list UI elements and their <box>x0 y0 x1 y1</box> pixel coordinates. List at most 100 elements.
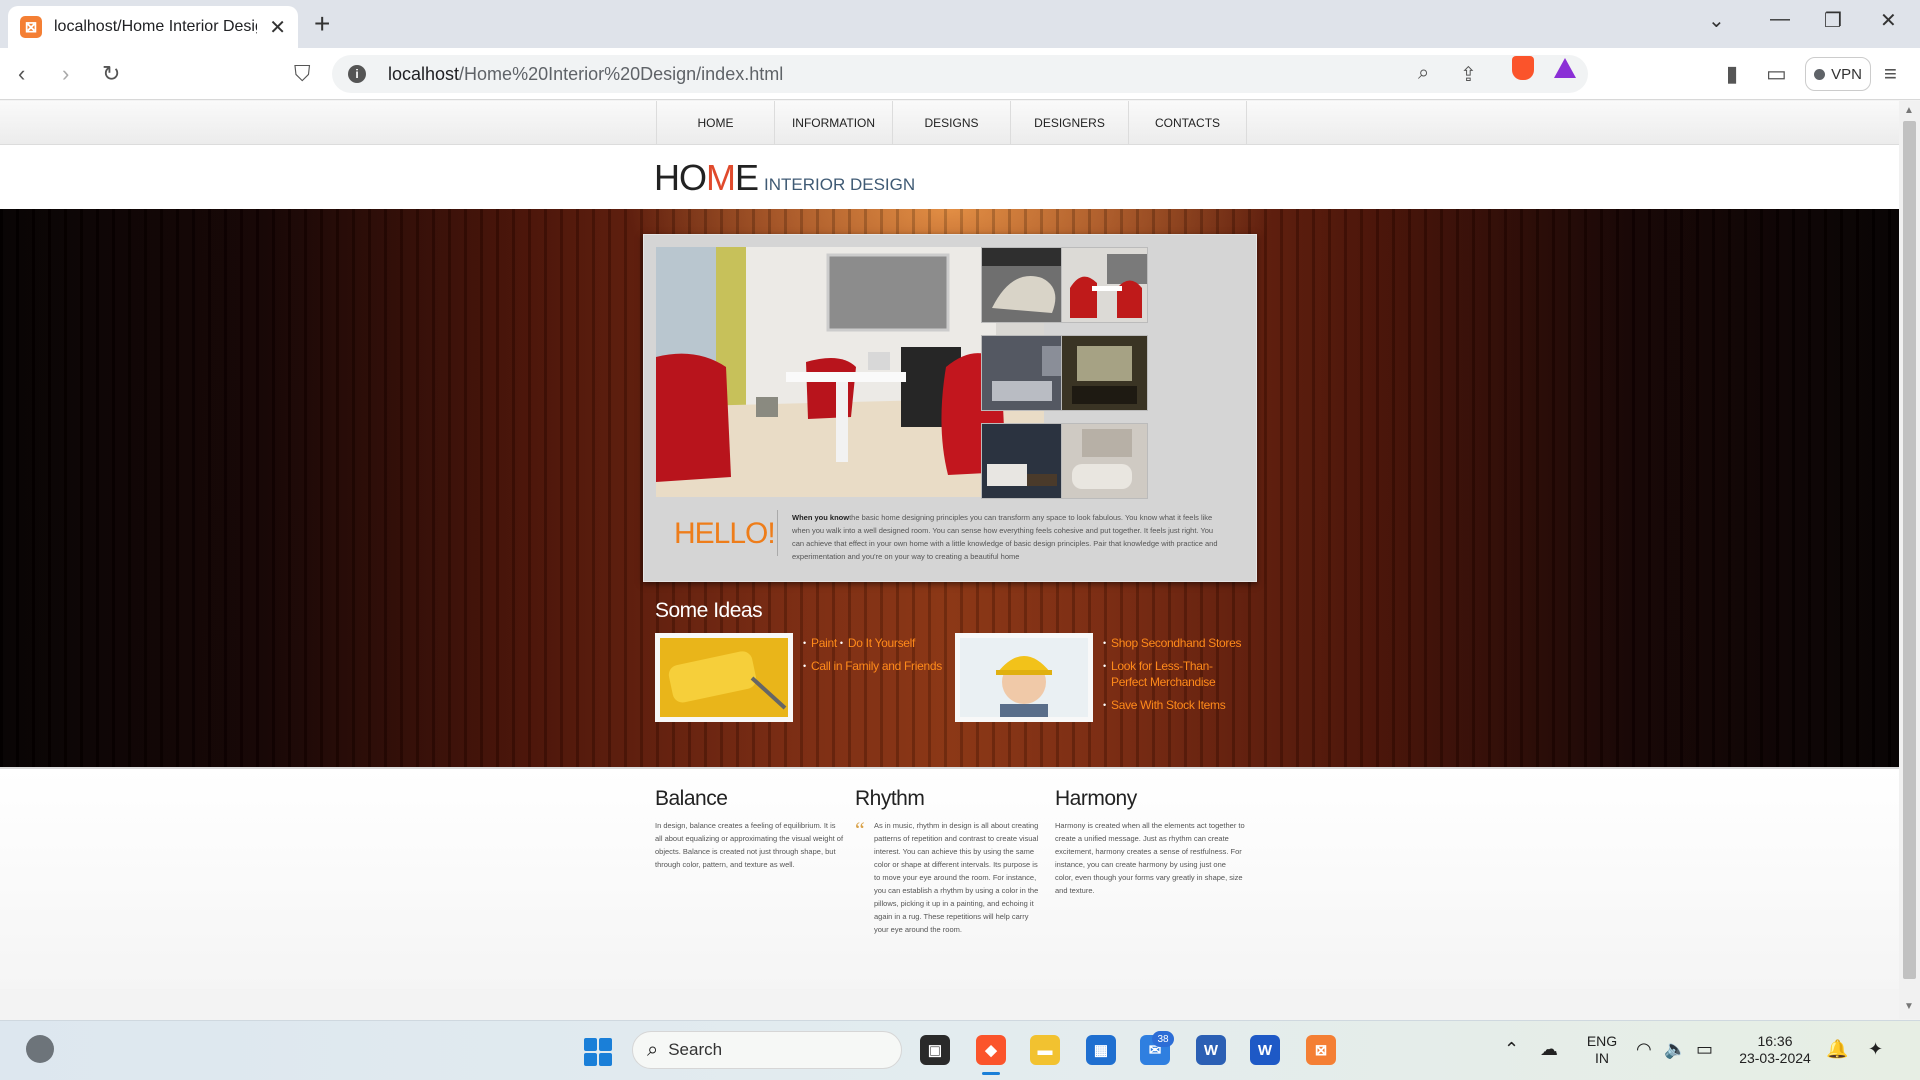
share-icon[interactable]: ⇪ <box>1460 62 1477 87</box>
address-bar[interactable]: i localhost/Home%20Interior%20Design/ind… <box>332 55 1588 93</box>
page-viewport: HOME INFORMATION DESIGNS DESIGNERS CONTA… <box>0 101 1899 989</box>
nav-contacts[interactable]: CONTACTS <box>1129 101 1247 145</box>
balance-heading: Balance <box>655 787 728 810</box>
logo-ho: HO <box>654 157 707 198</box>
taskbar-search[interactable]: ⌕ Search <box>632 1031 902 1069</box>
balance-column: Balance In design, balance creates a fee… <box>655 787 845 871</box>
idea-item[interactable]: Save With Stock Items <box>1103 697 1243 713</box>
url-host: localhost <box>388 63 460 84</box>
site-info-icon[interactable]: i <box>348 65 366 83</box>
word-icon[interactable]: W <box>1196 1035 1226 1065</box>
ideas-list-right: Shop Secondhand Stores Look for Less-Tha… <box>1103 635 1243 720</box>
brave-browser-icon[interactable]: ◆ <box>976 1035 1006 1065</box>
hello-paragraph: When you knowthe basic home designing pr… <box>792 511 1222 563</box>
new-tab-icon[interactable]: + <box>314 8 330 40</box>
idea-item[interactable]: Do It Yourself <box>840 635 915 651</box>
balance-text: In design, balance creates a feeling of … <box>655 821 844 869</box>
restore-icon[interactable]: ❐ <box>1824 8 1842 33</box>
file-explorer-icon[interactable]: ▬ <box>1030 1035 1060 1065</box>
clock[interactable]: 16:36 23-03-2024 <box>1732 1033 1818 1067</box>
hello-body: the basic home designing principles you … <box>792 513 1218 561</box>
thumb-dining[interactable] <box>1061 335 1148 411</box>
idea-item[interactable]: Call in Family and Friends <box>803 658 943 674</box>
tray-overflow-chevron-icon[interactable]: ⌃ <box>1504 1039 1519 1060</box>
thumb-living-room[interactable] <box>981 335 1068 411</box>
logo-m: M <box>706 157 736 198</box>
close-window-icon[interactable]: ✕ <box>1880 8 1897 33</box>
battery-icon[interactable]: ▭ <box>1696 1039 1713 1060</box>
sidebar-icon[interactable]: ▮ <box>1726 61 1738 87</box>
scroll-down-icon[interactable]: ▼ <box>1904 1001 1914 1012</box>
volume-icon[interactable]: 🔈 <box>1664 1039 1686 1060</box>
wood-banner: HELLO! When you knowthe basic home desig… <box>0 209 1899 767</box>
wallet-icon[interactable]: ▭ <box>1766 61 1787 87</box>
onedrive-status-icon[interactable]: ☁ <box>1540 1039 1558 1060</box>
clock-time: 16:36 <box>1757 1033 1793 1049</box>
site-nav: HOME INFORMATION DESIGNS DESIGNERS CONTA… <box>0 101 1899 145</box>
tab-title: localhost/Home Interior Design/ <box>54 18 258 35</box>
back-icon[interactable]: ‹ <box>18 61 25 87</box>
tab-search-chevron-icon[interactable]: ⌄ <box>1708 8 1725 33</box>
thumb-red-chair[interactable] <box>1061 247 1148 323</box>
language-line-2: IN <box>1595 1050 1609 1066</box>
thumb-bathroom[interactable] <box>1061 423 1148 499</box>
rhythm-text: As in music, rhythm in design is all abo… <box>874 821 1039 934</box>
harmony-column: Harmony Harmony is created when all the … <box>1055 787 1245 897</box>
zoom-icon[interactable]: ⌕ <box>1418 62 1429 85</box>
wifi-icon[interactable]: ◠ <box>1636 1039 1652 1060</box>
xampp-icon[interactable]: ⊠ <box>1306 1035 1336 1065</box>
rhythm-heading: Rhythm <box>855 787 925 810</box>
forward-icon[interactable]: › <box>62 61 69 87</box>
hello-heading: HELLO! <box>674 517 776 550</box>
reload-icon[interactable]: ↻ <box>102 61 120 87</box>
nav-designs[interactable]: DESIGNS <box>893 101 1011 145</box>
worker-image[interactable] <box>955 633 1093 722</box>
idea-item[interactable]: Shop Secondhand Stores <box>1103 635 1243 651</box>
principles-section: Balance In design, balance creates a fee… <box>0 767 1899 989</box>
microsoft-store-icon[interactable]: ▦ <box>1086 1035 1116 1065</box>
notification-bell-icon[interactable]: 🔔 <box>1826 1039 1848 1060</box>
site-logo[interactable]: HOME INTERIOR DESIGN <box>654 157 915 199</box>
minimize-icon[interactable]: — <box>1770 8 1790 31</box>
thumb-lounge[interactable] <box>981 423 1068 499</box>
vpn-status-icon <box>1814 68 1826 80</box>
rewards-icon[interactable] <box>1554 58 1576 78</box>
harmony-heading: Harmony <box>1055 787 1137 810</box>
ideas-heading: Some Ideas <box>655 599 763 622</box>
idea-item[interactable]: Paint <box>803 635 837 651</box>
thumb-chair[interactable] <box>981 247 1068 323</box>
scroll-up-icon[interactable]: ▲ <box>1904 105 1914 116</box>
language-indicator[interactable]: ENG IN <box>1582 1033 1622 1067</box>
nav-designers[interactable]: DESIGNERS <box>1011 101 1129 145</box>
hello-divider <box>777 510 778 556</box>
weather-widget-icon[interactable] <box>26 1035 54 1063</box>
url-text[interactable]: localhost/Home%20Interior%20Design/index… <box>388 64 783 85</box>
vpn-button[interactable]: VPN <box>1805 57 1871 91</box>
paint-roller-image[interactable] <box>655 633 793 722</box>
page-scrollbar[interactable]: ▲ ▼ <box>1899 101 1920 1019</box>
browser-tab[interactable]: ⊠ localhost/Home Interior Design/ ✕ <box>8 6 298 48</box>
menu-icon[interactable]: ≡ <box>1884 61 1897 87</box>
active-app-indicator <box>982 1072 1000 1075</box>
search-label: Search <box>668 1040 723 1059</box>
hero-panel: HELLO! When you knowthe basic home desig… <box>643 234 1257 582</box>
url-path: /Home%20Interior%20Design/index.html <box>459 63 784 84</box>
copilot-icon[interactable]: ✦ <box>1868 1039 1883 1060</box>
browser-toolbar: ‹ › ↻ ⛉ i localhost/Home%20Interior%20De… <box>0 48 1920 100</box>
word-icon-2[interactable]: W <box>1250 1035 1280 1065</box>
close-tab-icon[interactable]: ✕ <box>269 15 286 40</box>
nav-information[interactable]: INFORMATION <box>775 101 893 145</box>
scroll-thumb[interactable] <box>1903 121 1916 979</box>
windows-taskbar: ⌕ Search ▣ ◆ ▬ ▦ ✉ 38 W W ⊠ ⌃ ☁ ENG IN ◠… <box>0 1020 1920 1080</box>
ideas-list-left: Paint Do It Yourself Call in Family and … <box>803 635 943 681</box>
task-view-icon[interactable]: ▣ <box>920 1035 950 1065</box>
brave-shields-icon[interactable] <box>1512 56 1534 80</box>
bookmark-icon[interactable]: ⛉ <box>294 61 311 87</box>
logo-subtitle: INTERIOR DESIGN <box>764 175 916 194</box>
start-button-icon[interactable] <box>584 1038 612 1066</box>
nav-home[interactable]: HOME <box>657 101 775 145</box>
logo-band: HOME INTERIOR DESIGN <box>0 145 1899 209</box>
clock-date: 23-03-2024 <box>1739 1050 1811 1066</box>
idea-item[interactable]: Look for Less-Than-Perfect Merchandise <box>1103 658 1243 690</box>
vpn-label: VPN <box>1831 65 1862 83</box>
